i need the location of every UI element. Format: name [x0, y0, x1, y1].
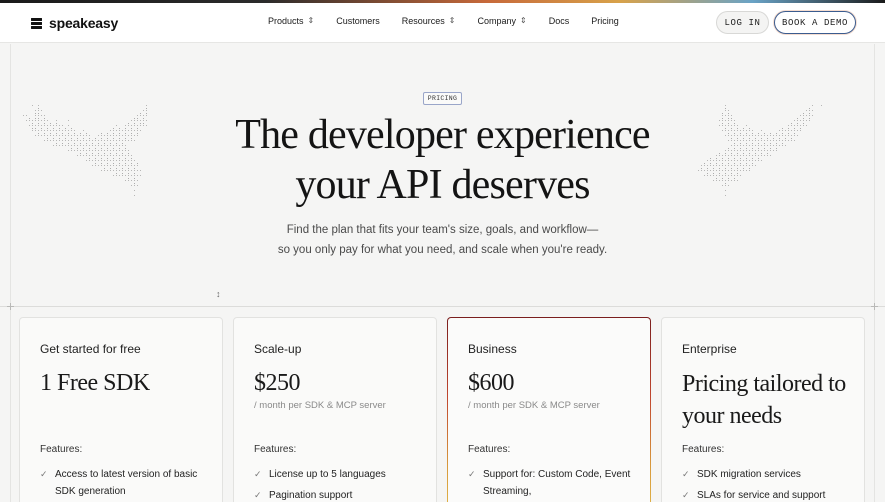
- check-icon: ✓: [682, 490, 690, 500]
- feature-item: ✓ Access to latest version of basic SDK …: [40, 466, 210, 500]
- plan-unit: / month per SDK & MCP server: [468, 400, 600, 411]
- features-label: Features:: [254, 444, 297, 455]
- plan-card-scale-up: Scale-up $250 / month per SDK & MCP serv…: [233, 317, 437, 502]
- brand-logo[interactable]: speakeasy: [30, 14, 118, 32]
- nav-item-customers[interactable]: Customers: [336, 16, 380, 26]
- feature-text: Pagination support: [269, 490, 353, 501]
- plan-card-free: Get started for free 1 Free SDK Features…: [19, 317, 223, 502]
- feature-text: License up to 5 languages: [269, 469, 386, 480]
- chevron-updown-icon: ⇕: [520, 15, 527, 25]
- check-icon: ✓: [682, 469, 690, 479]
- brand-name: speakeasy: [49, 15, 119, 31]
- plan-name: Get started for free: [40, 342, 141, 356]
- nav-item-label: Company: [477, 16, 517, 26]
- nav-item-company[interactable]: Company ⇕: [477, 15, 527, 27]
- features-label: Features:: [40, 444, 83, 455]
- nav-item-label: Products: [268, 16, 304, 26]
- check-icon: ✓: [254, 469, 262, 479]
- plan-price: $250: [254, 370, 301, 396]
- nav-item-label: Customers: [336, 16, 380, 26]
- plan-name: Enterprise: [682, 342, 737, 356]
- page-title: The developer experience your API deserv…: [0, 110, 885, 210]
- feature-list: ✓ SDK migration services ✓ SLAs for serv…: [682, 466, 852, 502]
- check-icon: ✓: [468, 469, 476, 479]
- check-icon: ✓: [40, 469, 48, 479]
- site-header: speakeasy Products ⇕ Customers Resources…: [0, 3, 885, 43]
- book-demo-button[interactable]: BOOK A DEMO: [774, 11, 856, 34]
- features-label: Features:: [682, 444, 725, 455]
- nav-item-pricing[interactable]: Pricing: [591, 16, 619, 26]
- plan-name: Business: [468, 342, 517, 356]
- hero-subtitle: Find the plan that fits your team's size…: [0, 220, 885, 260]
- feature-text: SDK migration services: [697, 469, 801, 480]
- feature-text: SLAs for service and support: [697, 490, 826, 501]
- feature-text: Access to latest version of basic SDK ge…: [55, 469, 198, 497]
- plan-price: $600: [468, 370, 515, 396]
- plan-name: Scale-up: [254, 342, 302, 356]
- feature-item: ✓ License up to 5 languages: [254, 466, 424, 483]
- nav-item-label: Docs: [548, 16, 570, 26]
- crosshair-marker-icon: [7, 303, 14, 310]
- feature-list: ✓ License up to 5 languages ✓ Pagination…: [254, 466, 424, 502]
- feature-item: ✓ Pagination support: [254, 487, 424, 502]
- headline-line-2: your API deserves: [295, 162, 590, 208]
- feature-list: ✓ Support for: Custom Code, Event Stream…: [468, 466, 638, 502]
- feature-item: ✓ SLAs for service and support: [682, 487, 852, 502]
- subtitle-line-1: Find the plan that fits your team's size…: [286, 224, 599, 236]
- chevron-updown-icon: ⇕: [307, 15, 315, 25]
- plan-unit: / month per SDK & MCP server: [254, 400, 386, 411]
- headline-line-1: The developer experience: [235, 112, 650, 158]
- feature-list: ✓ Access to latest version of basic SDK …: [40, 466, 210, 502]
- section-divider: [0, 306, 885, 307]
- plan-price: 1 Free SDK: [40, 370, 150, 396]
- main-nav: Products ⇕ Customers Resources ⇕ Company…: [268, 15, 619, 27]
- resize-arrows-icon: ↕: [216, 289, 221, 299]
- features-label: Features:: [468, 444, 511, 455]
- login-button[interactable]: LOG IN: [716, 11, 769, 34]
- plan-card-enterprise: Enterprise Pricing tailored to your need…: [661, 317, 865, 502]
- nav-item-products[interactable]: Products ⇕: [268, 15, 315, 27]
- pricing-badge: PRICING: [423, 92, 462, 105]
- plan-card-business: Business $600 / month per SDK & MCP serv…: [447, 317, 651, 502]
- nav-item-resources[interactable]: Resources ⇕: [401, 15, 456, 27]
- feature-item: ✓ SDK migration services: [682, 466, 852, 483]
- nav-item-docs[interactable]: Docs: [549, 16, 570, 26]
- stack-logo-icon: [30, 17, 43, 30]
- nav-item-label: Resources: [401, 16, 445, 26]
- plan-price: Pricing tailored to your needs: [682, 371, 846, 429]
- feature-text: Support for: Custom Code, Event Streamin…: [483, 469, 631, 497]
- subtitle-line-2: so you only pay for what you need, and s…: [277, 244, 608, 256]
- crosshair-marker-icon: [871, 303, 878, 310]
- chevron-updown-icon: ⇕: [448, 15, 456, 25]
- hero-section: . . . .:. .: .. ::.. .:.: .:.::.:. . . .…: [0, 44, 885, 306]
- feature-item: ✓ Support for: Custom Code, Event Stream…: [468, 466, 638, 500]
- check-icon: ✓: [254, 490, 262, 500]
- nav-item-label: Pricing: [591, 16, 619, 26]
